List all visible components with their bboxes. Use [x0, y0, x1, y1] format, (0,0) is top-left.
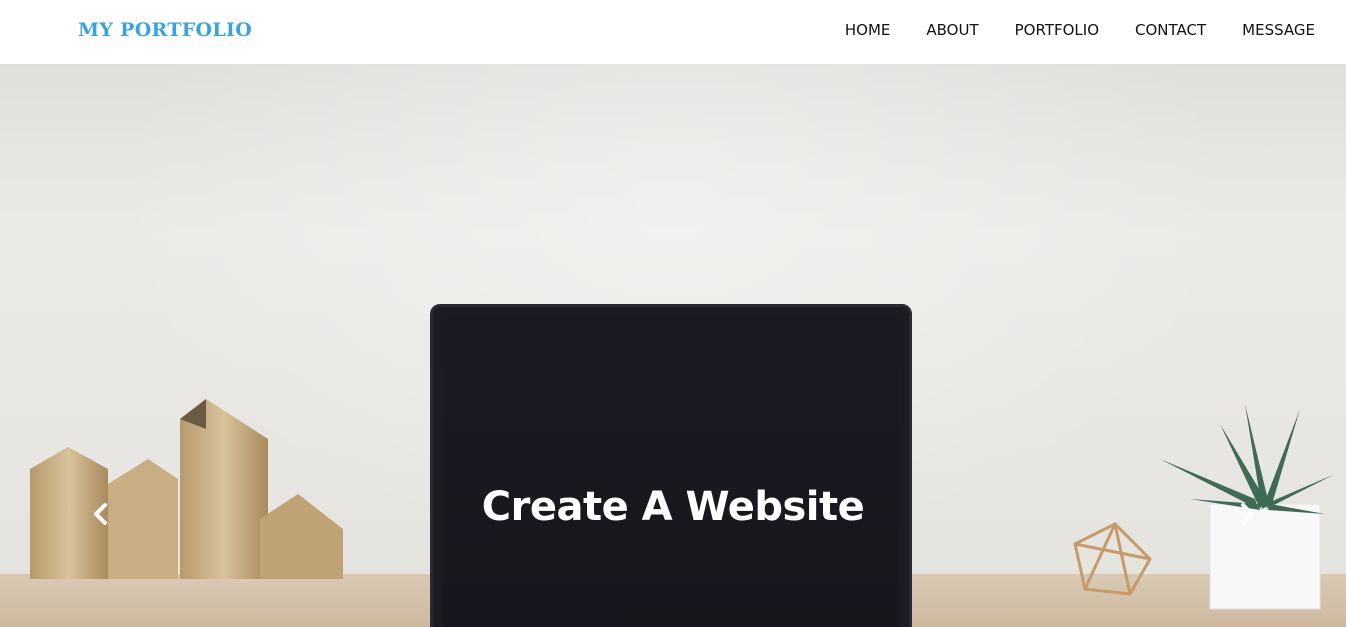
navbar: MY PORTFOLIO HOME ABOUT PORTFOLIO CONTAC… [0, 0, 1346, 64]
nav-links: HOME ABOUT PORTFOLIO CONTACT MESSAGE [809, 21, 1315, 39]
hero-carousel: Create A Website [0, 64, 1346, 627]
chevron-left-icon [94, 503, 107, 525]
nav-link-portfolio[interactable]: PORTFOLIO [1015, 21, 1099, 39]
laptop-image [430, 304, 912, 627]
carousel-next-button[interactable] [1228, 494, 1268, 534]
laptop-screen [443, 317, 899, 627]
geometric-frame-image [1073, 522, 1152, 596]
nav-link-about[interactable]: ABOUT [926, 21, 978, 39]
nav-link-contact[interactable]: CONTACT [1135, 21, 1206, 39]
brand-logo-link[interactable]: MY PORTFOLIO [78, 19, 252, 41]
carousel-caption: Create A Website [481, 484, 865, 530]
nav-link-message[interactable]: MESSAGE [1242, 21, 1315, 39]
carousel-prev-button[interactable] [80, 494, 120, 534]
nav-link-home[interactable]: HOME [845, 21, 891, 39]
chevron-right-icon [1241, 503, 1254, 525]
